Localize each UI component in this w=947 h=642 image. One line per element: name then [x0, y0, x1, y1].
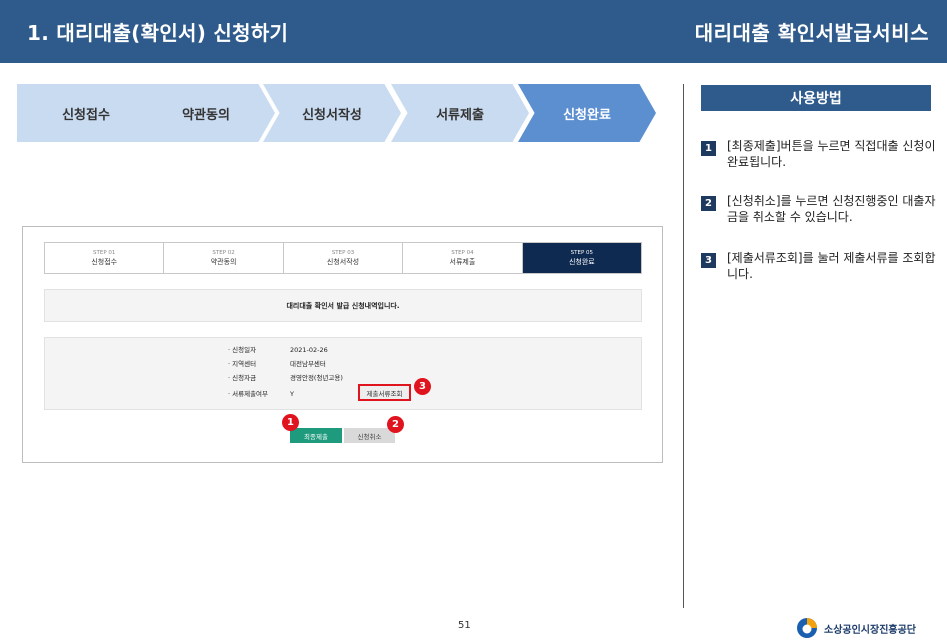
detail-box	[44, 337, 642, 410]
inner-step: STEP 03 신청서작성	[284, 243, 404, 273]
step-apply: 신청접수	[17, 84, 155, 142]
service-title: 대리대출 확인서발급서비스	[694, 21, 929, 45]
inner-step-label: 신청완료	[568, 257, 595, 266]
usage-text: [최종제출]버튼을 누르면 직접대출 신청이 완료됩니다.	[727, 139, 936, 169]
step-progress: 신청접수 약관동의 신청서작성 서류제출 신청완료	[17, 84, 657, 142]
usage-number: 3	[701, 253, 716, 268]
usage-text: [신청취소]를 누르면 신청진행중인 대출자금을 취소할 수 있습니다.	[727, 194, 936, 224]
embedded-screenshot: STEP 01 신청접수 STEP 02 약관동의 STEP 03 신청서작성 …	[22, 226, 663, 463]
usage-text: [제출서류조회]를 눌러 제출서류를 조회합니다.	[727, 251, 936, 281]
usage-title: 사용방법	[701, 85, 931, 111]
step-label: 약관동의	[182, 107, 230, 123]
header-bar: 1. 대리대출(확인서) 신청하기 대리대출 확인서발급서비스	[0, 0, 947, 63]
inner-step-number: STEP 04	[451, 249, 474, 256]
step-label: 신청접수	[62, 107, 110, 123]
callout-badge-3: 3	[414, 378, 431, 395]
cancel-application-button[interactable]: 신청취소	[344, 428, 395, 443]
inner-step-number: STEP 01	[93, 249, 116, 256]
inner-step-number: STEP 02	[212, 249, 235, 256]
notice-box: 대리대출 확인서 발급 신청내역입니다.	[44, 289, 642, 322]
inner-step-label: 신청서작성	[326, 257, 360, 266]
detail-row: · 신청자금 경영안정(청년고용)	[228, 372, 343, 384]
detail-value: Y	[290, 390, 294, 398]
inner-step: STEP 04 서류제출	[403, 243, 523, 273]
divider	[683, 84, 684, 608]
usage-number: 2	[701, 196, 716, 211]
org-name: 소상공인시장진흥공단	[824, 624, 916, 636]
detail-row: · 서류제출여부 Y	[228, 388, 294, 400]
inner-step: STEP 01 신청접수	[45, 243, 165, 273]
detail-key: · 신청일자	[228, 346, 257, 354]
org-logo: 소상공인시장진흥공단	[796, 617, 916, 639]
step-label: 신청서작성	[302, 107, 362, 123]
inner-step-label: 약관동의	[210, 257, 237, 266]
detail-value: 대전남부센터	[290, 360, 326, 368]
step-label: 서류제출	[436, 107, 484, 123]
detail-row: · 신청일자 2021-02-26	[228, 344, 328, 356]
callout-badge-1: 1	[282, 414, 299, 431]
inner-step-label: 서류제출	[449, 257, 476, 266]
detail-value: 2021-02-26	[290, 346, 328, 354]
document-lookup-button[interactable]: 제출서류조회	[358, 384, 411, 401]
org-logo-icon	[796, 617, 818, 639]
step-label: 신청완료	[563, 107, 611, 123]
detail-key: · 신청자금	[228, 374, 257, 382]
step-terms: 약관동의	[137, 84, 275, 142]
inner-step-number: STEP 05	[570, 249, 594, 256]
usage-number: 1	[701, 141, 716, 156]
inner-step-label: 신청접수	[91, 257, 118, 266]
inner-step-number: STEP 03	[331, 249, 355, 256]
callout-badge-2: 2	[387, 416, 404, 433]
final-submit-button[interactable]: 최종제출	[290, 428, 342, 443]
step-documents: 서류제출	[391, 84, 529, 142]
step-form: 신청서작성	[263, 84, 401, 142]
detail-row: · 지역센터 대전남부센터	[228, 358, 326, 370]
page-number: 51	[458, 620, 471, 631]
detail-key: · 서류제출여부	[228, 390, 269, 398]
inner-step: STEP 02 약관동의	[164, 243, 284, 273]
detail-key: · 지역센터	[228, 360, 257, 368]
inner-step-active: STEP 05 신청완료	[522, 243, 642, 273]
inner-step-bar: STEP 01 신청접수 STEP 02 약관동의 STEP 03 신청서작성 …	[44, 242, 642, 274]
detail-value: 경영안정(청년고용)	[290, 374, 343, 382]
page-title: 1. 대리대출(확인서) 신청하기	[27, 21, 289, 45]
step-complete: 신청완료	[518, 84, 656, 142]
